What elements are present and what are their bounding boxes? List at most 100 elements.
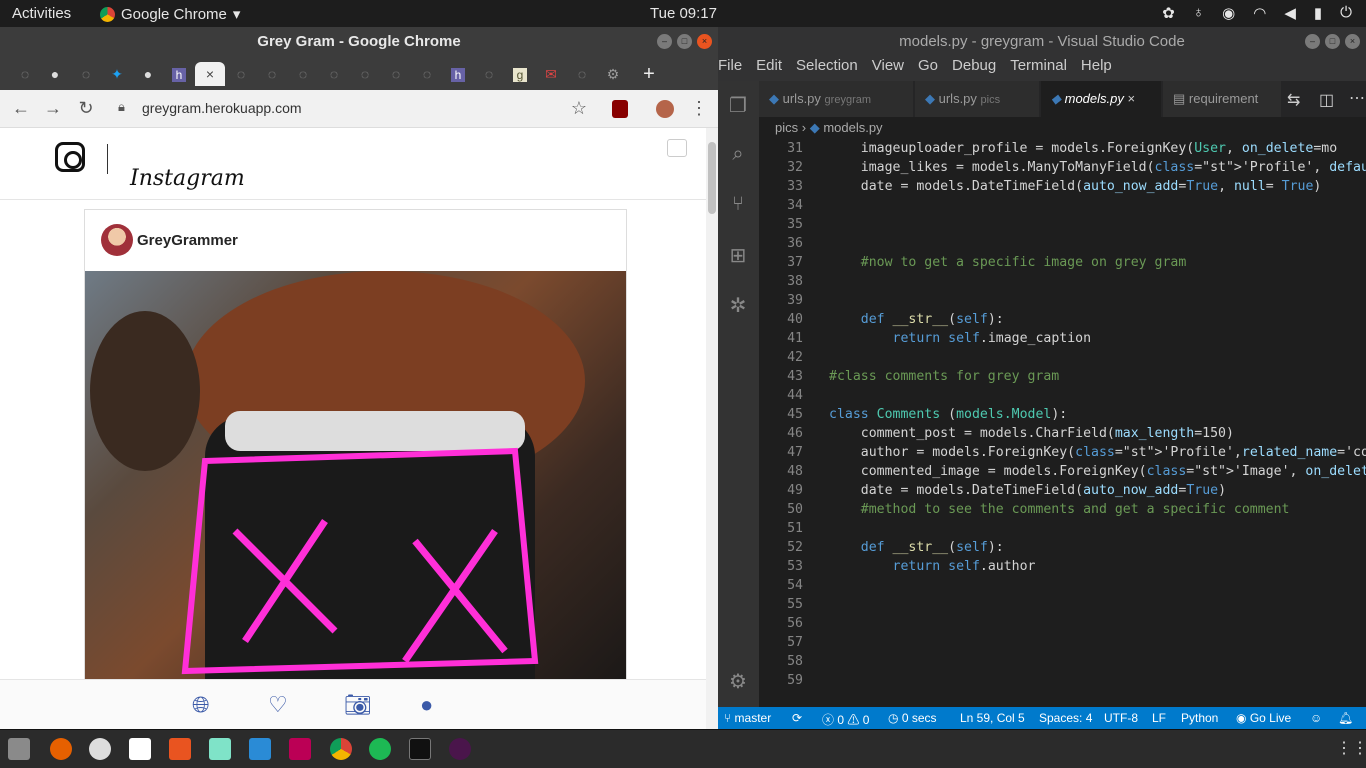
- app-menu[interactable]: Google Chrome ▾: [100, 5, 240, 23]
- add-photo-icon[interactable]: 📷︎: [344, 692, 372, 718]
- back-icon[interactable]: ←: [10, 98, 32, 119]
- post-image[interactable]: [85, 271, 626, 729]
- new-tab-button[interactable]: +: [636, 62, 662, 86]
- vpn-icon[interactable]: ◉: [1222, 4, 1235, 22]
- branch-status[interactable]: ⑂ master: [724, 711, 771, 725]
- goodreads-icon[interactable]: g: [507, 62, 533, 86]
- tab-favicon[interactable]: ◌: [259, 62, 285, 86]
- breadcrumb-file[interactable]: models.py: [823, 120, 882, 135]
- wifi-icon[interactable]: ◠: [1253, 4, 1266, 22]
- menu-toggle-button[interactable]: [667, 139, 687, 157]
- system-tray[interactable]: ✿ ♁ ◉ ◠ ◀ ▮ ⏻: [1162, 4, 1352, 22]
- code-editor[interactable]: 31 imageuploader_profile = models.Foreig…: [759, 139, 1366, 707]
- eol-status[interactable]: LF: [1152, 711, 1166, 725]
- slack-tray-icon[interactable]: ✿: [1162, 4, 1175, 22]
- menu-help[interactable]: Help: [1081, 57, 1112, 81]
- chrome-icon[interactable]: [330, 738, 352, 760]
- lock-icon[interactable]: 🔒︎: [118, 99, 125, 115]
- address-bar[interactable]: greygram.herokuapp.com: [142, 100, 302, 116]
- source-control-icon[interactable]: ⑂: [726, 193, 750, 217]
- feedback-icon[interactable]: ☺: [1310, 711, 1322, 725]
- globe-icon[interactable]: 🌐︎: [192, 692, 210, 718]
- minimize-button[interactable]: –: [657, 34, 672, 49]
- language-status[interactable]: Python: [1181, 711, 1218, 725]
- tab-favicon[interactable]: ◌: [290, 62, 316, 86]
- app-icon[interactable]: [209, 738, 231, 760]
- document-viewer-icon[interactable]: [129, 738, 151, 760]
- profile-avatar-icon[interactable]: [656, 100, 674, 118]
- close-tab-icon[interactable]: ×: [195, 62, 225, 86]
- menu-kebab-icon[interactable]: ⋮: [688, 98, 710, 119]
- timer-status[interactable]: ◷ 0 secs: [888, 711, 937, 725]
- settings-gear-icon[interactable]: ⚙: [726, 669, 750, 693]
- twitter-icon[interactable]: ✦: [104, 62, 130, 86]
- go-live-button[interactable]: ◉ Go Live: [1236, 711, 1291, 725]
- instagram-wordmark[interactable]: Instagram: [130, 166, 245, 191]
- menu-selection[interactable]: Selection: [796, 57, 858, 81]
- heroku-icon[interactable]: h: [445, 62, 471, 86]
- compare-icon[interactable]: ⇆: [1287, 90, 1300, 110]
- tab-urls-greygram[interactable]: ◆ urls.py greygram: [759, 81, 913, 117]
- clock[interactable]: Tue 09:17: [650, 5, 717, 22]
- extensions-icon[interactable]: ⊞: [726, 243, 750, 267]
- close-window-button[interactable]: ×: [1345, 34, 1360, 49]
- minimize-button[interactable]: –: [1305, 34, 1320, 49]
- spotify-icon[interactable]: [369, 738, 391, 760]
- breadcrumb-folder[interactable]: pics: [775, 120, 798, 135]
- tab-favicon[interactable]: ◌: [476, 62, 502, 86]
- menu-go[interactable]: Go: [918, 57, 938, 81]
- heart-icon[interactable]: ♡: [268, 692, 288, 718]
- explorer-icon[interactable]: ❐: [726, 93, 750, 117]
- firefox-icon[interactable]: [50, 738, 72, 760]
- heroku-icon[interactable]: h: [166, 62, 192, 86]
- volume-icon[interactable]: ◀: [1284, 4, 1296, 22]
- battery-icon[interactable]: ▮: [1314, 4, 1322, 22]
- bulb-icon[interactable]: ♁: [1193, 4, 1204, 22]
- tab-favicon[interactable]: ◌: [228, 62, 254, 86]
- terminal-icon[interactable]: [409, 738, 431, 760]
- maximize-button[interactable]: □: [1325, 34, 1340, 49]
- problems-status[interactable]: ⓧ 0 ⚠ 0: [822, 711, 869, 728]
- power-icon[interactable]: ⏻: [1340, 4, 1352, 22]
- tab-favicon[interactable]: ◌: [383, 62, 409, 86]
- tab-favicon[interactable]: ◌: [414, 62, 440, 86]
- menu-terminal[interactable]: Terminal: [1010, 57, 1067, 81]
- sync-icon[interactable]: ⟳: [792, 711, 802, 725]
- more-actions-icon[interactable]: ⋯: [1349, 88, 1365, 108]
- show-apps-icon[interactable]: ⋮⋮: [1336, 738, 1366, 758]
- maximize-button[interactable]: □: [677, 34, 692, 49]
- ublock-icon[interactable]: [612, 100, 628, 118]
- debug-icon[interactable]: ✲: [726, 293, 750, 317]
- avatar[interactable]: [101, 224, 133, 256]
- tab-favicon[interactable]: ◌: [569, 62, 595, 86]
- slack-icon[interactable]: [449, 738, 471, 760]
- close-window-button[interactable]: ×: [697, 34, 712, 49]
- page-scrollbar[interactable]: [706, 128, 718, 729]
- tab-favicon-loading[interactable]: ◌: [12, 62, 38, 86]
- vscode-icon[interactable]: [249, 738, 271, 760]
- files-icon[interactable]: [8, 738, 30, 760]
- tab-urls-pics[interactable]: ◆ urls.py pics: [915, 81, 1039, 117]
- indentation-status[interactable]: Spaces: 4: [1039, 711, 1092, 725]
- instagram-camera-icon[interactable]: [55, 142, 85, 172]
- activities-button[interactable]: Activities: [12, 5, 71, 22]
- tab-favicon[interactable]: ◌: [321, 62, 347, 86]
- github-icon[interactable]: ●: [135, 62, 161, 86]
- bookmark-star-icon[interactable]: ☆: [568, 98, 590, 119]
- software-center-icon[interactable]: [169, 738, 191, 760]
- tab-requirements[interactable]: ▤ requirement: [1163, 81, 1281, 117]
- menu-view[interactable]: View: [872, 57, 904, 81]
- updater-icon[interactable]: [89, 738, 111, 760]
- notifications-icon[interactable]: 🔔︎: [1338, 711, 1353, 725]
- post-username[interactable]: GreyGrammer: [137, 232, 238, 249]
- search-icon[interactable]: ⌕: [726, 143, 750, 167]
- settings-tab-icon[interactable]: ⚙: [600, 62, 626, 86]
- forward-icon[interactable]: →: [42, 98, 64, 119]
- split-editor-icon[interactable]: ◫: [1319, 90, 1334, 110]
- tab-favicon[interactable]: ◌: [73, 62, 99, 86]
- close-tab-icon[interactable]: ×: [1128, 91, 1136, 106]
- tab-favicon[interactable]: ◌: [352, 62, 378, 86]
- github-icon[interactable]: ●: [42, 62, 68, 86]
- tab-models[interactable]: ◆ models.py ×: [1041, 81, 1161, 117]
- reload-icon[interactable]: ↻: [75, 98, 97, 119]
